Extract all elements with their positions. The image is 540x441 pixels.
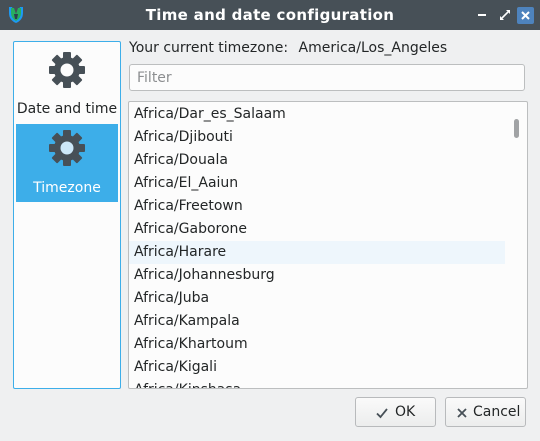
current-timezone-row: Your current timezone: America/Los_Angel…	[129, 40, 453, 58]
sidebar-item-label: Timezone	[33, 180, 101, 196]
gear-icon	[49, 52, 85, 88]
list-item[interactable]: Africa/Gaborone	[129, 218, 505, 241]
list-item[interactable]: Africa/Dar_es_Salaam	[129, 103, 505, 126]
checkmark-icon	[376, 408, 388, 419]
minimize-button[interactable]	[473, 6, 491, 24]
close-button[interactable]	[517, 7, 534, 24]
cancel-button-label: Cancel	[473, 404, 521, 420]
list-item[interactable]: Africa/Kinshasa	[129, 379, 505, 388]
sidebar-item-timezone[interactable]: Timezone	[16, 124, 118, 202]
gear-icon	[49, 130, 85, 166]
sidebar-item-date-and-time[interactable]: Date and time	[16, 45, 118, 123]
list-item[interactable]: Africa/Freetown	[129, 195, 505, 218]
list-item[interactable]: Africa/Johannesburg	[129, 264, 505, 287]
window-titlebar[interactable]: Time and date configuration	[0, 0, 540, 30]
list-item-hovered[interactable]: Africa/Harare	[129, 241, 505, 264]
list-scrollbar[interactable]	[509, 102, 527, 388]
ok-button-label: OK	[395, 404, 416, 420]
list-item[interactable]: Africa/El_Aaiun	[129, 172, 505, 195]
list-item[interactable]: Africa/Djibouti	[129, 126, 505, 149]
current-timezone-label: Your current timezone:	[129, 40, 289, 56]
list-item[interactable]: Africa/Khartoum	[129, 333, 505, 356]
list-item[interactable]: Africa/Kigali	[129, 356, 505, 379]
list-item[interactable]: Africa/Kampala	[129, 310, 505, 333]
scrollbar-thumb[interactable]	[514, 119, 519, 138]
sidebar-item-label: Date and time	[16, 101, 118, 117]
ok-button[interactable]: OK	[355, 397, 436, 427]
window-title: Time and date configuration	[145, 6, 395, 24]
current-timezone-value: America/Los_Angeles	[298, 40, 448, 56]
filter-input[interactable]	[129, 64, 525, 91]
list-item[interactable]: Africa/Juba	[129, 287, 505, 310]
list-item[interactable]: Africa/Douala	[129, 149, 505, 172]
maximize-button[interactable]	[496, 6, 514, 24]
cancel-button[interactable]: Cancel	[445, 397, 526, 427]
close-icon	[457, 408, 467, 418]
sidebar: Date and time Timezone	[13, 41, 121, 389]
timezone-list[interactable]: Africa/Dar_es_Salaam Africa/Djibouti Afr…	[128, 101, 528, 389]
